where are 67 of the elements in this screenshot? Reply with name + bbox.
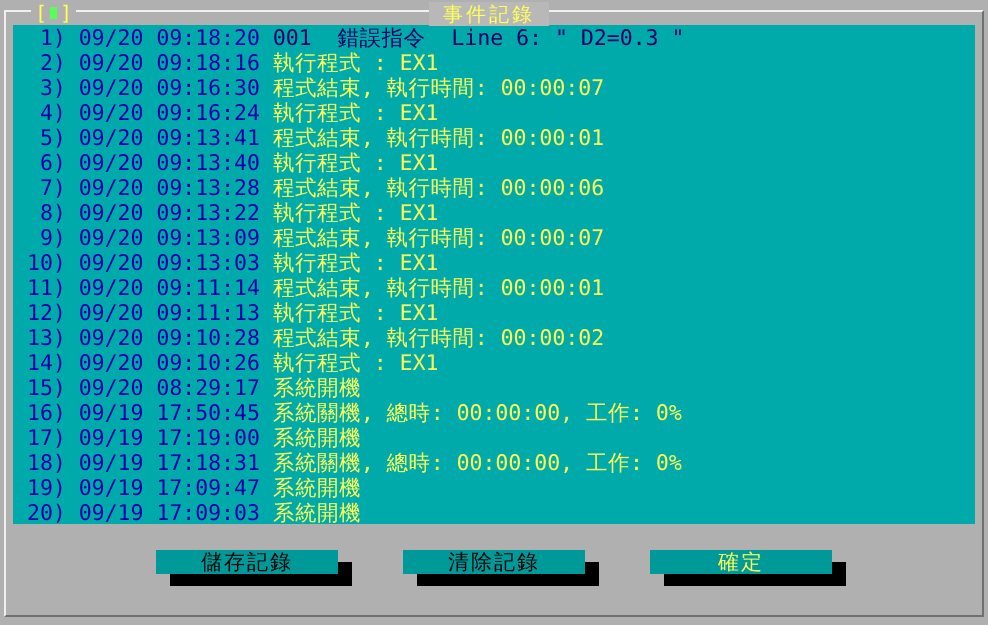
bracket: [ — [35, 2, 48, 24]
event-time: 09/19 17:19:00 — [78, 426, 260, 451]
event-number: 3) — [38, 76, 66, 101]
event-time: 09/20 09:18:20 — [78, 26, 260, 51]
event-number: 10) — [27, 251, 66, 276]
event-message: 系統開機 — [272, 476, 361, 501]
event-number: 12) — [27, 301, 66, 326]
event-message: 執行程式 : EX1 — [272, 301, 438, 326]
event-message: 執行程式 : EX1 — [272, 351, 438, 376]
event-number: 9) — [38, 226, 66, 251]
bracket: ] — [60, 2, 72, 24]
event-message: 程式結束, 執行時間: 00:00:07 — [272, 226, 604, 251]
event-message: 系統關機, 總時: 00:00:00, 工作: 0% — [272, 401, 682, 426]
event-number: 19) — [27, 476, 66, 501]
event-number: 20) — [27, 501, 66, 526]
event-time: 09/20 09:18:16 — [78, 51, 260, 76]
event-number: 16) — [27, 401, 66, 426]
event-message: 系統關機, 總時: 00:00:00, 工作: 0% — [272, 451, 682, 476]
event-time: 09/19 17:09:47 — [78, 476, 260, 501]
dialog-button[interactable]: 確定 — [650, 550, 832, 574]
event-number: 7) — [38, 176, 66, 201]
event-time: 09/19 17:18:31 — [78, 451, 260, 476]
event-number: 4) — [38, 101, 66, 126]
event-time: 09/20 09:13:40 — [78, 151, 260, 176]
event-number: 17) — [27, 426, 66, 451]
event-message: 程式結束, 執行時間: 00:00:01 — [272, 126, 604, 151]
event-number: 14) — [27, 351, 66, 376]
event-message: 執行程式 : EX1 — [272, 151, 438, 176]
event-time: 09/20 09:10:28 — [78, 326, 260, 351]
event-message: 執行程式 : EX1 — [272, 51, 438, 76]
event-time: 09/20 09:13:09 — [78, 226, 260, 251]
event-number: 8) — [38, 201, 66, 226]
event-time: 09/19 17:09:03 — [78, 501, 260, 526]
event-time: 09/20 09:16:30 — [78, 76, 260, 101]
event-message: 系統開機 — [272, 501, 361, 526]
event-time: 09/20 09:11:13 — [78, 301, 260, 326]
event-number: 13) — [27, 326, 66, 351]
event-time: 09/20 09:13:41 — [78, 126, 260, 151]
event-message: 程式結束, 執行時間: 00:00:06 — [272, 176, 604, 201]
event-message: 程式結束, 執行時間: 00:00:02 — [272, 326, 604, 351]
event-message: 程式結束, 執行時間: 00:00:07 — [272, 76, 604, 101]
event-message: 程式結束, 執行時間: 00:00:01 — [272, 276, 604, 301]
event-message: 執行程式 : EX1 — [272, 251, 438, 276]
event-message: 001 錯誤指令 Line 6: " D2=0.3 " — [272, 26, 684, 51]
square-icon — [50, 7, 58, 19]
event-number: 11) — [27, 276, 66, 301]
event-time: 09/20 09:13:22 — [78, 201, 260, 226]
event-time: 09/20 09:13:03 — [78, 251, 260, 276]
event-number: 5) — [38, 126, 66, 151]
event-number: 18) — [27, 451, 66, 476]
event-number: 2) — [38, 51, 66, 76]
event-time: 09/20 09:16:24 — [78, 101, 260, 126]
event-message: 系統開機 — [272, 426, 361, 451]
event-time: 09/20 09:10:26 — [78, 351, 260, 376]
dialog-button[interactable]: 儲存記錄 — [156, 550, 338, 574]
window-title: 事件記錄 — [429, 2, 549, 26]
event-time: 09/20 09:13:28 — [78, 176, 260, 201]
event-time: 09/20 08:29:17 — [78, 376, 260, 401]
event-time: 09/19 17:50:45 — [78, 401, 260, 426]
event-number: 6) — [38, 151, 66, 176]
event-number: 1) — [38, 26, 66, 51]
event-time: 09/20 09:11:14 — [78, 276, 260, 301]
event-message: 執行程式 : EX1 — [272, 101, 438, 126]
event-message: 執行程式 : EX1 — [272, 201, 438, 226]
event-number: 15) — [27, 376, 66, 401]
dialog-button[interactable]: 清除記錄 — [403, 550, 585, 574]
event-message: 系統開機 — [272, 376, 361, 401]
